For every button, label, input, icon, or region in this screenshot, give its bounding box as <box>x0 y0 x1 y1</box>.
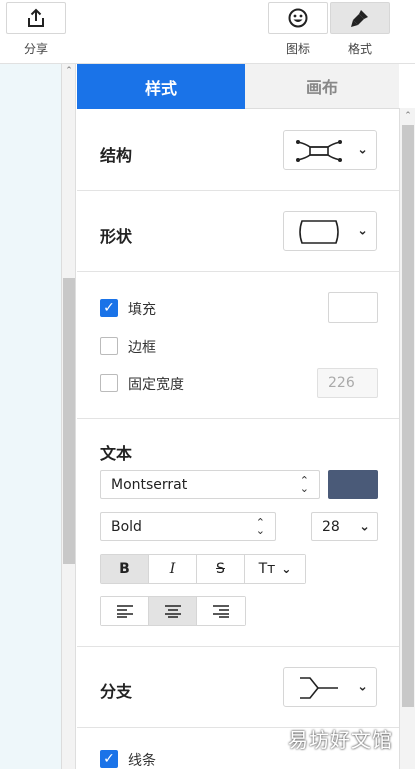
icon-panel-button[interactable] <box>268 2 328 34</box>
scroll-up-icon[interactable]: ⌃ <box>403 111 413 121</box>
format-panel-button[interactable] <box>330 2 390 34</box>
lines-checkbox[interactable]: ✓ <box>100 750 118 768</box>
canvas-scrollbar-thumb[interactable] <box>63 278 75 564</box>
structure-preview-icon <box>296 140 342 162</box>
font-size-value: 28 <box>322 518 340 535</box>
align-left-button[interactable] <box>101 597 149 625</box>
fill-checkbox[interactable]: ✓ <box>100 299 118 317</box>
branch-preview-icon <box>300 677 338 699</box>
chevron-down-icon: ⌄ <box>357 142 368 158</box>
strikethrough-button[interactable]: S <box>197 555 245 583</box>
paint-brush-icon <box>351 10 368 27</box>
fixed-width-checkbox[interactable] <box>100 374 118 392</box>
fixed-width-input[interactable]: 226 <box>317 368 378 398</box>
chevron-down-icon: ⌄ <box>357 679 368 695</box>
format-panel-label: 格式 <box>347 42 372 56</box>
structure-section: 结构 ⌄ <box>77 109 399 191</box>
updown-icon: ⌃ ⌄ <box>299 473 309 495</box>
branch-dropdown[interactable]: ⌄ <box>283 667 377 707</box>
fixed-width-label: 固定宽度 <box>128 377 184 393</box>
text-align-group <box>100 596 246 626</box>
canvas-area[interactable] <box>0 64 62 769</box>
italic-button[interactable]: I <box>149 555 197 583</box>
align-right-button[interactable] <box>197 597 245 625</box>
font-weight-value: Bold <box>111 518 142 535</box>
share-button[interactable] <box>6 2 66 34</box>
branch-title: 分支 <box>100 682 133 701</box>
shape-preview-icon <box>299 220 339 244</box>
canvas-scrollbar[interactable]: ⌃ <box>62 64 76 769</box>
border-label: 边框 <box>128 340 156 356</box>
watermark-text: 易坊好文馆 <box>288 728 393 752</box>
text-case-dropdown[interactable]: Tт ⌄ <box>245 555 305 583</box>
font-family-value: Montserrat <box>111 476 188 493</box>
panel-tabs: 样式 画布 <box>77 64 399 109</box>
updown-icon: ⌃ ⌄ <box>255 515 265 537</box>
chevron-down-icon: ⌄ <box>281 562 292 576</box>
font-color-swatch[interactable] <box>328 470 378 499</box>
font-size-select[interactable]: 28 ⌄ <box>311 512 378 541</box>
share-label: 分享 <box>23 42 48 56</box>
text-style-group: B I S Tт ⌄ <box>100 554 306 584</box>
shape-dropdown[interactable]: ⌄ <box>283 211 377 251</box>
text-section: 文本 Montserrat ⌃ ⌄ Bold ⌃ ⌄ 28 ⌄ B I S Tт ⌄ <box>77 419 399 647</box>
font-weight-select[interactable]: Bold ⌃ ⌄ <box>100 512 276 541</box>
scroll-up-icon[interactable]: ⌃ <box>64 66 74 76</box>
smiley-icon <box>288 8 308 28</box>
fill-color-swatch[interactable] <box>328 292 378 323</box>
format-panel: 样式 画布 结构 ⌄ 形状 ⌄ ✓ 填充 边框 固定宽度 226 文本 Mont… <box>77 64 399 769</box>
align-left-icon <box>116 605 133 618</box>
border-checkbox[interactable] <box>100 337 118 355</box>
icon-panel-label: 图标 <box>285 42 310 56</box>
share-icon <box>28 8 44 27</box>
tab-canvas[interactable]: 画布 <box>245 64 399 109</box>
panel-scrollbar[interactable]: ⌃ <box>399 108 415 769</box>
tab-style[interactable]: 样式 <box>77 64 245 109</box>
shape-title: 形状 <box>100 227 133 246</box>
chevron-down-icon: ⌄ <box>357 223 368 239</box>
text-title: 文本 <box>100 444 133 463</box>
strike-glyph: S <box>216 561 225 577</box>
text-case-glyph: Tт <box>258 561 276 577</box>
chevron-down-icon: ⌄ <box>359 519 370 534</box>
bold-button[interactable]: B <box>101 555 149 583</box>
lines-label: 线条 <box>128 753 156 769</box>
bold-glyph: B <box>119 561 130 577</box>
align-center-button[interactable] <box>149 597 197 625</box>
fill-label: 填充 <box>128 302 156 318</box>
font-family-select[interactable]: Montserrat ⌃ ⌄ <box>100 470 320 499</box>
options-section: ✓ 填充 边框 固定宽度 226 <box>77 272 399 419</box>
italic-glyph: I <box>169 561 176 577</box>
shape-section: 形状 ⌄ <box>77 191 399 272</box>
structure-title: 结构 <box>100 146 133 165</box>
align-center-icon <box>164 605 181 618</box>
panel-scrollbar-thumb[interactable] <box>402 125 414 707</box>
structure-dropdown[interactable]: ⌄ <box>283 130 377 170</box>
top-toolbar: 分享 图标 格式 <box>0 0 415 64</box>
branch-section: 分支 ⌄ <box>77 647 399 728</box>
align-right-icon <box>213 605 229 618</box>
